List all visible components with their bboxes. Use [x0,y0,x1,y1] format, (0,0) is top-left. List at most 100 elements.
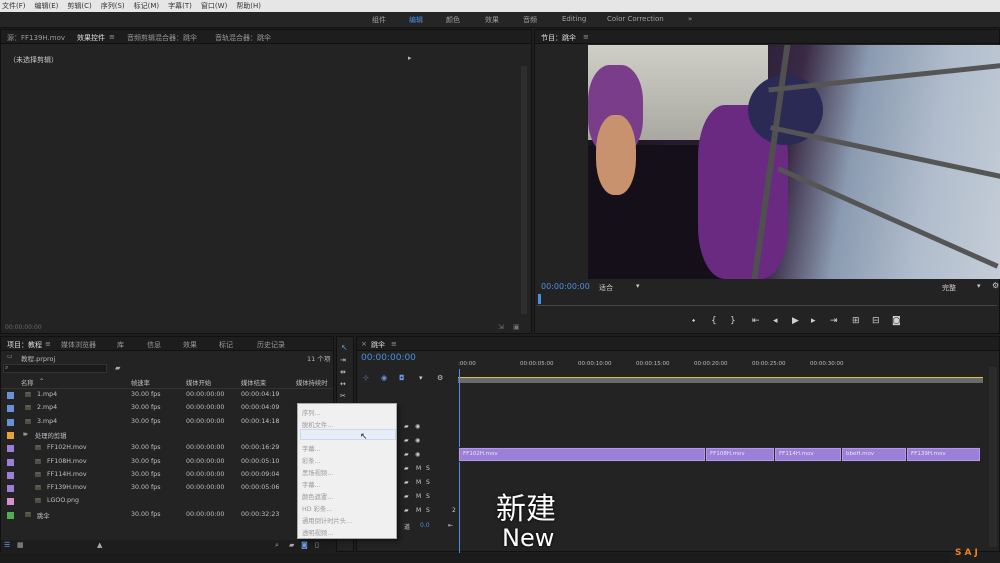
selection-tool-icon[interactable]: ↖ [341,343,348,352]
sequence-menu-icon[interactable]: ≡ [391,340,397,348]
tab-info[interactable]: 信息 [147,340,161,350]
export-frame-icon[interactable]: ⇲ [498,323,504,331]
label-color-swatch[interactable] [7,471,14,479]
project-item-row[interactable]: ▾ ▰ 处理的剪辑 [1,429,333,442]
add-marker-icon[interactable]: ◘ [399,374,405,382]
mic-icon[interactable]: ▰ [404,465,409,472]
time-ruler[interactable]: :00:00 00:00:05:00 00:00:10:00 00:00:15:00 0… [458,359,988,371]
menu-help[interactable]: 帮助(H) [236,1,261,11]
film-icon[interactable]: ▰ [404,451,409,458]
quality-chevron-down-icon[interactable]: ▾ [977,282,981,290]
timeline-clip[interactable]: FF108H.mov [706,448,774,461]
timeline-clip[interactable]: FF139H.mov [907,448,980,461]
add-marker-icon[interactable]: ⬩ [692,316,695,326]
settings-icon[interactable]: ▣ [513,323,520,331]
sort-chevron-up-icon[interactable]: ⌃ [39,378,44,385]
label-color-swatch[interactable] [7,392,14,399]
expand-arrow-icon[interactable]: ▸ [408,54,412,62]
link-icon[interactable]: ◉ [381,374,387,382]
solo-button[interactable]: S [426,507,430,514]
mute-button[interactable]: M [416,479,421,486]
label-color-swatch[interactable] [7,511,14,519]
workspace-audio[interactable]: 音频 [523,15,537,25]
context-menu-item[interactable]: 彩条... [302,456,321,465]
label-color-swatch[interactable] [7,405,14,413]
project-menu-icon[interactable]: ≡ [45,340,51,348]
mute-button[interactable]: M [416,465,421,472]
close-icon[interactable]: × [361,340,367,348]
export-frame-icon[interactable]: ◙ [892,316,901,326]
snap-icon[interactable]: ⊹ [363,374,369,382]
context-menu-item[interactable]: HD 彩条... [302,504,332,513]
context-menu-item[interactable]: 字幕... [302,480,321,489]
label-color-swatch[interactable] [7,431,14,439]
icon-view-icon[interactable]: ▦ [17,541,24,549]
rate-stretch-icon[interactable]: ↔ [340,380,346,388]
tab-effect-controls[interactable]: 效果控件 [77,33,105,43]
fit-chevron-down-icon[interactable]: ▾ [636,282,640,290]
mark-out-icon[interactable]: } [730,316,736,326]
tab-sequence[interactable]: 跳伞 [371,340,385,350]
quality-dropdown[interactable]: 完整 [942,283,956,293]
tab-markers[interactable]: 标记 [219,340,233,350]
track-header-a4[interactable]: ▰ M S 2 [404,505,456,518]
menu-sequence[interactable]: 序列(S) [101,1,125,11]
menu-window[interactable]: 窗口(W) [201,1,227,11]
col-frame-rate[interactable]: 帧速率 [131,378,150,387]
mic-icon[interactable]: ▰ [404,479,409,486]
bin-folder-icon[interactable]: ▰ [289,541,294,549]
solo-button[interactable]: S [426,465,430,472]
timeline-clip[interactable]: FF114H.mov [775,448,841,461]
new-bin-icon[interactable]: ▰ [115,364,120,372]
film-icon[interactable]: ▰ [404,437,409,444]
mic-icon[interactable]: ▰ [404,507,409,514]
project-item-row[interactable]: ▤ 跳伞 30.00 fps 00:00:00:00 00:00:32:23 [1,509,333,522]
go-to-out-icon[interactable]: ⇥ [830,316,838,326]
context-menu-item[interactable]: 通用倒计时片头... [302,516,352,525]
step-back-icon[interactable]: ◂ [773,316,778,326]
tab-source[interactable]: 源：FF139H.mov [7,33,65,43]
context-menu-item[interactable]: 黑场视频... [302,468,333,477]
timeline-clip[interactable]: FF102H.mov [459,448,705,461]
mic-icon[interactable]: ▰ [404,493,409,500]
workspace-assembly[interactable]: 组件 [372,15,386,25]
tab-audio-track-mixer[interactable]: 音轨混合器：跳伞 [215,33,271,43]
timeline-timecode[interactable]: 00:00:00:00 [361,353,416,363]
program-scrub-bar[interactable] [537,296,997,306]
eye-icon[interactable]: ◉ [415,437,420,444]
mark-in-icon[interactable]: { [711,316,717,326]
playhead-marker[interactable] [538,294,541,304]
go-to-end-icon[interactable]: ⇤ [448,522,453,529]
track-header-v3[interactable]: ▰ ◉ [404,421,456,434]
workspace-effects[interactable]: 效果 [485,15,499,25]
wrench-icon[interactable]: ⚙ [992,281,999,290]
solo-button[interactable]: S [426,493,430,500]
track-header-a1[interactable]: ▰ M S [404,463,456,476]
label-color-swatch[interactable] [7,458,14,466]
mute-button[interactable]: M [416,507,421,514]
play-icon[interactable]: ▶ [792,316,799,326]
tab-history[interactable]: 历史记录 [257,340,285,350]
menu-file[interactable]: 文件(F) [2,1,26,11]
workspace-more-icon[interactable]: » [688,15,692,23]
program-video-frame[interactable] [588,45,1000,279]
trash-icon[interactable]: ▯ [315,541,319,549]
label-color-swatch[interactable] [7,498,14,506]
panel-menu-icon[interactable]: ≡ [109,33,115,41]
project-item-row[interactable]: ▤ FF114H.mov 30.00 fps 00:00:00:00 00:00:09:… [1,469,333,482]
track-select-icon[interactable]: ⇥ [340,356,346,364]
workspace-editing-en[interactable]: Editing [562,15,586,23]
context-menu-item[interactable]: 透明视频... [302,528,333,537]
scrollbar[interactable] [521,66,527,314]
go-to-in-icon[interactable]: ⇤ [752,316,760,326]
extract-icon[interactable]: ⊟ [872,316,880,326]
workspace-editing[interactable]: 编辑 [409,15,423,25]
label-color-swatch[interactable] [7,418,14,426]
workspace-color[interactable]: 颜色 [446,15,460,25]
timeline-scrollbar[interactable] [989,367,997,547]
wrench-icon[interactable]: ⚙ [437,374,443,382]
project-item-row[interactable]: ▤ 1.mp4 30.00 fps 00:00:00:00 00:00:04:19 [1,389,333,402]
label-color-swatch[interactable] [7,445,14,453]
new-item-icon[interactable]: ◙ [301,541,308,549]
context-menu-item[interactable]: 序列... [302,408,321,417]
